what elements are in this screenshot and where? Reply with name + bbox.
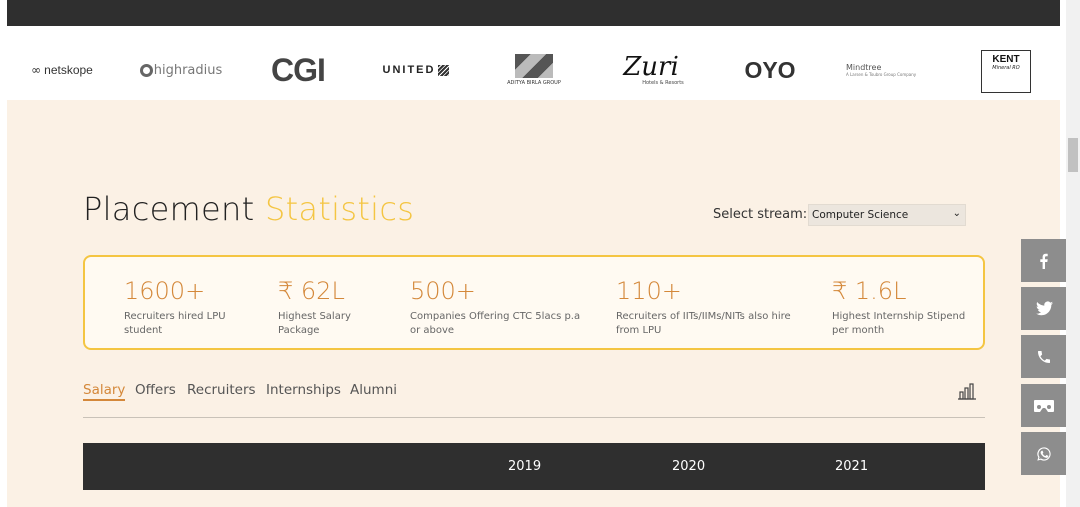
whatsapp-icon <box>1037 446 1051 461</box>
facebook-icon <box>1040 253 1048 269</box>
stat-iit-recruiters: 110+ Recruiters of IITs/IIMs/NITs also h… <box>616 277 791 336</box>
stat-internship-stipend: ₹ 1.6L Highest Internship Stipend per mo… <box>832 277 966 336</box>
phone-icon <box>1038 350 1050 363</box>
twitter-icon <box>1035 301 1053 316</box>
year-col-2021: 2021 <box>835 459 869 474</box>
bar-chart-icon[interactable] <box>958 382 976 400</box>
phone-button[interactable] <box>1021 335 1067 378</box>
tab-alumni[interactable]: Alumni <box>350 382 397 398</box>
stats-card: 1600+ Recruiters hired LPU student ₹ 62L… <box>83 255 985 350</box>
stat-recruiters: 1600+ Recruiters hired LPU student <box>124 277 226 336</box>
united-globe-icon <box>438 64 450 76</box>
logo-oyo: OYO <box>744 56 796 83</box>
tab-salary[interactable]: Salary <box>83 382 126 401</box>
recruiter-logo-strip: ∞ netskope highradius CGI UNITED ADITYA … <box>0 40 1066 100</box>
logo-aditya-birla: ADITYA BIRLA GROUP <box>504 40 564 100</box>
virtual-tour-button[interactable] <box>1021 384 1067 427</box>
year-col-2019: 2019 <box>508 459 542 474</box>
salary-table-header: 2019 2020 2021 <box>83 443 985 490</box>
logo-zuri: Zuri Hotels & Resorts <box>623 52 684 86</box>
page-title: Placement Statistics <box>83 190 415 228</box>
logo-cgi: CGI <box>271 51 326 88</box>
netskope-mark-icon: ∞ <box>31 63 42 77</box>
stat-companies: 500+ Companies Offering CTC 5lacs p.a or… <box>410 277 581 336</box>
stream-label: Select stream: <box>713 207 808 222</box>
logo-kent: KENT Mineral RO <box>981 50 1031 93</box>
top-banner <box>7 0 1060 26</box>
vr-headset-icon <box>1034 399 1054 412</box>
tab-internships[interactable]: Internships <box>266 382 341 398</box>
highradius-ring-icon <box>139 63 153 77</box>
twitter-button[interactable] <box>1021 287 1067 330</box>
logo-highradius: highradius <box>136 40 226 100</box>
stream-select[interactable]: Computer Science ⌄ <box>808 204 966 226</box>
tabs-divider <box>83 417 985 418</box>
logo-mindtree: Mindtree A Larsen & Toubro Group Company <box>846 63 917 77</box>
tab-recruiters[interactable]: Recruiters <box>187 382 256 398</box>
scrollbar-thumb[interactable] <box>1068 138 1078 172</box>
chevron-down-icon: ⌄ <box>952 208 961 219</box>
tab-offers[interactable]: Offers <box>135 382 176 398</box>
whatsapp-button[interactable] <box>1021 432 1067 475</box>
facebook-button[interactable] <box>1021 239 1067 282</box>
stat-highest-salary: ₹ 62L Highest Salary Package <box>278 277 351 336</box>
logo-united: UNITED <box>376 40 456 100</box>
logo-netskope: ∞ netskope <box>31 63 93 77</box>
page-scrollbar[interactable] <box>1066 0 1080 507</box>
year-col-2020: 2020 <box>672 459 706 474</box>
aditya-birla-emblem-icon <box>515 54 553 78</box>
